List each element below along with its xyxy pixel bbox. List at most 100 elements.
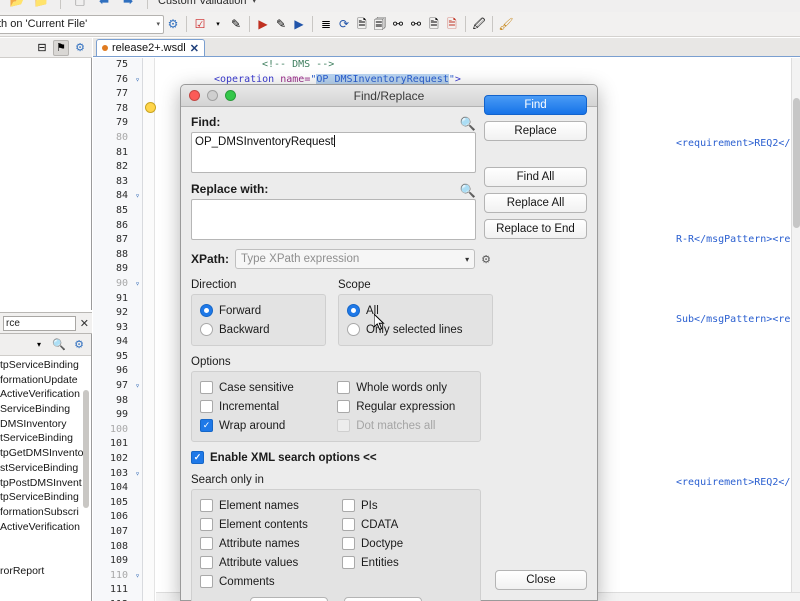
list-item[interactable]: ActiveVerification <box>0 387 91 402</box>
list-item[interactable] <box>0 549 91 564</box>
find-input[interactable]: OP_DMSInventoryRequest <box>191 132 476 173</box>
list-item[interactable]: formationUpdate <box>0 373 91 388</box>
radio-icon[interactable] <box>200 304 213 317</box>
list-item[interactable]: DMSInventory <box>0 417 91 432</box>
search-only-in-element-contents-checkbox-row[interactable]: Element contents <box>200 515 330 534</box>
undo-icon[interactable]: ⬅ <box>95 0 113 10</box>
format-indent-icon[interactable]: ≣ <box>317 15 335 33</box>
pencil-validate-icon[interactable]: ✎ <box>227 15 245 33</box>
radio-icon[interactable] <box>347 323 360 336</box>
list-item[interactable]: ActiveVerification <box>0 520 91 535</box>
doc-arrow-icon[interactable]: 🗎 <box>353 15 371 33</box>
list-item[interactable]: rorReport <box>0 564 91 579</box>
gear-icon[interactable]: ⚙ <box>72 40 88 56</box>
checkbox-icon[interactable] <box>200 575 213 588</box>
search-only-in-attribute-values-checkbox-row[interactable]: Attribute values <box>200 553 330 572</box>
tree-doc-icon[interactable]: 🗐 <box>371 15 389 33</box>
direction-backward-radio-row[interactable]: Backward <box>200 320 317 339</box>
xpath-input[interactable]: Type XPath expression ▾ <box>235 249 476 269</box>
select-all-button[interactable]: Select all <box>250 597 328 601</box>
fold-toggle-icon[interactable]: ▿ <box>135 569 140 584</box>
close-icon[interactable]: ✕ <box>80 317 89 330</box>
list-item[interactable]: tServiceBinding <box>0 431 91 446</box>
open-folder-2-icon[interactable]: 📁 <box>32 0 50 10</box>
custom-validation-label[interactable]: Custom Validation <box>158 0 246 7</box>
checkbox-icon[interactable] <box>342 556 355 569</box>
deselect-all-button[interactable]: Deselect all <box>344 597 422 601</box>
list-item[interactable] <box>0 534 91 549</box>
xpath-on-current-file-combo[interactable]: th on 'Current File' ▾ <box>0 14 164 34</box>
enable-xml-search-options-row[interactable]: ✓ Enable XML search options << <box>191 451 587 464</box>
gear-icon[interactable]: ⚙ <box>164 15 182 33</box>
option-whole-words-only-checkbox-row[interactable]: Whole words only <box>337 378 472 397</box>
fold-toggle-icon[interactable]: ▿ <box>135 467 140 482</box>
dropdown-arrow-icon[interactable]: ▾ <box>209 15 227 33</box>
radio-icon[interactable] <box>200 323 213 336</box>
debug-icon[interactable]: ✎ <box>272 15 290 33</box>
checkbox-icon[interactable] <box>342 537 355 550</box>
direction-forward-radio-row[interactable]: Forward <box>200 301 317 320</box>
replace-all-button[interactable]: Replace All <box>484 193 587 213</box>
option-case-sensitive-checkbox-row[interactable]: Case sensitive <box>200 378 325 397</box>
new-file-icon[interactable]: 🗋 <box>71 0 89 10</box>
option-incremental-checkbox-row[interactable]: Incremental <box>200 397 325 416</box>
checkbox-icon[interactable] <box>337 381 351 394</box>
left-find-input[interactable]: rce <box>3 315 76 331</box>
search-only-in-entities-checkbox-row[interactable]: Entities <box>342 553 472 572</box>
editor-vertical-scrollbar[interactable] <box>791 58 800 601</box>
search-only-in-attribute-names-checkbox-row[interactable]: Attribute names <box>200 534 330 553</box>
gear-icon[interactable]: ⚙ <box>71 337 87 353</box>
search-icon[interactable]: 🔍 <box>51 337 67 353</box>
checkbox-icon[interactable] <box>200 556 213 569</box>
outline-scrollbar-thumb[interactable] <box>83 390 89 508</box>
checkbox-icon[interactable] <box>200 381 213 394</box>
scope-only-selected-lines-radio-row[interactable]: Only selected lines <box>347 320 484 339</box>
validate-check-icon[interactable]: ☑ <box>191 15 209 33</box>
link-small-2-icon[interactable]: ⚯ <box>407 15 425 33</box>
magnifier-dropdown-icon[interactable]: 🔍 <box>460 183 476 199</box>
collapse-icon[interactable]: ⊟ <box>34 40 50 56</box>
chevron-down-icon[interactable]: ▾ <box>31 337 47 353</box>
editor-vertical-scrollbar-thumb[interactable] <box>793 98 800 228</box>
checkbox-icon[interactable] <box>342 499 355 512</box>
radio-icon[interactable] <box>347 304 360 317</box>
outline-list[interactable]: tpServiceBinding formationUpdate ActiveVer… <box>0 356 91 601</box>
replace-input[interactable] <box>191 199 476 240</box>
option-regular-expression-checkbox-row[interactable]: Regular expression <box>337 397 472 416</box>
list-item[interactable]: tpPostDMSInvent <box>0 476 91 491</box>
list-item[interactable]: stServiceBinding <box>0 461 91 476</box>
replace-button[interactable]: Replace <box>484 121 587 141</box>
fold-toggle-icon[interactable]: ▿ <box>135 277 140 292</box>
redo-icon[interactable]: ➡ <box>119 0 137 10</box>
fold-toggle-icon[interactable]: ▿ <box>135 189 140 204</box>
list-item[interactable]: ServiceBinding <box>0 402 91 417</box>
run-config-icon[interactable]: ▶ <box>290 15 308 33</box>
checkbox-icon[interactable] <box>200 518 213 531</box>
search-only-in-comments-checkbox-row[interactable]: Comments <box>200 572 330 591</box>
chevron-down-icon[interactable]: ▾ <box>252 0 256 5</box>
fold-toggle-icon[interactable]: ▿ <box>135 73 140 88</box>
chevron-down-icon[interactable]: ▾ <box>465 255 469 264</box>
close-button[interactable]: Close <box>495 570 587 590</box>
close-icon[interactable]: ✕ <box>190 42 199 55</box>
checkbox-icon[interactable] <box>200 499 213 512</box>
search-only-in-element-names-checkbox-row[interactable]: Element names <box>200 496 330 515</box>
list-item[interactable]: tpServiceBinding <box>0 490 91 505</box>
quick-fix-bulb-icon[interactable] <box>145 102 156 113</box>
broom-icon[interactable]: 🖌 <box>497 15 515 33</box>
find-button[interactable]: Find <box>484 95 587 115</box>
transform-doc-icon[interactable]: 🗎 <box>443 15 461 33</box>
checkbox-icon[interactable] <box>200 400 213 413</box>
list-item[interactable]: tpGetDMSInvento <box>0 446 91 461</box>
search-only-in-doctype-checkbox-row[interactable]: Doctype <box>342 534 472 553</box>
filter-icon[interactable]: ⚑ <box>53 39 69 56</box>
refresh-doc-icon[interactable]: ⟳ <box>335 15 353 33</box>
search-only-in-cdata-checkbox-row[interactable]: CDATA <box>342 515 472 534</box>
search-doc-icon[interactable]: 🗎 <box>425 15 443 33</box>
list-item[interactable]: tpServiceBinding <box>0 358 91 373</box>
list-item[interactable]: formationSubscri <box>0 505 91 520</box>
search-only-in-pis-checkbox-row[interactable]: PIs <box>342 496 472 515</box>
find-all-button[interactable]: Find All <box>484 167 587 187</box>
checkbox-icon[interactable] <box>342 518 355 531</box>
editor-tab-release2-wsdl[interactable]: release2+.wsdl ✕ <box>96 39 205 56</box>
